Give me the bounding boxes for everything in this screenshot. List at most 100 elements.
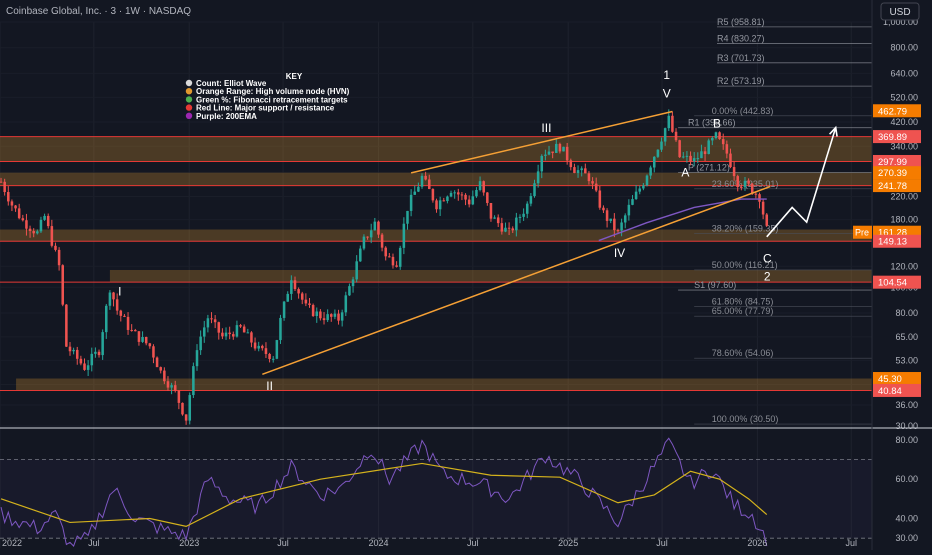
candle-body xyxy=(671,115,674,132)
candle-body xyxy=(598,190,602,208)
candle-body xyxy=(115,299,119,311)
candle-body xyxy=(500,223,504,232)
x-tick-label: 2023 xyxy=(179,538,199,548)
y-tick-label: 36.00 xyxy=(895,400,918,410)
candle-body xyxy=(587,173,591,182)
candle-body xyxy=(442,200,446,202)
price-tag-prefix: Pre xyxy=(855,228,869,238)
candle-body xyxy=(631,199,634,205)
candle-body xyxy=(311,304,315,317)
candle-body xyxy=(529,196,533,204)
candle-body xyxy=(475,190,478,197)
candle-body xyxy=(250,332,253,343)
candle-body xyxy=(224,332,228,337)
candle-body xyxy=(163,370,166,382)
candle-body xyxy=(431,189,435,201)
candle-body xyxy=(398,247,402,267)
candle-body xyxy=(507,227,511,229)
candle-body xyxy=(308,303,311,305)
price-tag-value: 45.30 xyxy=(878,374,902,385)
candle-body xyxy=(3,181,6,193)
candle-body xyxy=(605,210,609,221)
candle-body xyxy=(14,205,17,209)
candle-body xyxy=(300,293,304,300)
candle-body xyxy=(123,315,126,317)
candle-body xyxy=(682,156,685,158)
candle-body xyxy=(217,322,221,333)
candle-body xyxy=(460,194,464,196)
candle-body xyxy=(195,350,199,367)
candle-body xyxy=(562,146,565,152)
x-tick-label: Jul xyxy=(277,538,289,548)
candle-body xyxy=(721,139,725,145)
candle-body xyxy=(504,227,507,232)
candle-body xyxy=(667,115,671,129)
candle-body xyxy=(747,180,750,184)
candle-body xyxy=(689,155,692,162)
candle-body xyxy=(271,358,275,360)
candle-body xyxy=(409,194,413,211)
price-tag: 104.54 xyxy=(873,275,921,289)
candle-body xyxy=(348,286,351,296)
candle-body xyxy=(714,132,718,139)
candle-body xyxy=(489,202,493,219)
candle-body xyxy=(388,256,391,258)
price-tag-value: 462.79 xyxy=(878,106,907,117)
fib-level-label: 100.00% (30.50) xyxy=(712,414,779,424)
candle-body xyxy=(170,385,173,388)
x-tick-label: 2025 xyxy=(558,538,578,548)
candle-body xyxy=(173,385,177,391)
y-tick-label: 120.00 xyxy=(890,261,918,271)
candle-body xyxy=(613,218,616,231)
candle-body xyxy=(406,210,409,224)
candle-body xyxy=(362,236,366,249)
candle-body xyxy=(210,318,213,320)
candle-body xyxy=(184,414,188,421)
candle-body xyxy=(221,332,224,337)
price-tag: 149.13 xyxy=(873,234,921,248)
candle-body xyxy=(144,336,148,344)
candle-body xyxy=(696,158,700,160)
chart-title: Coinbase Global, Inc. · 3 · 1W · NASDAQ xyxy=(6,6,191,17)
pivot-level-label: R2 (573.19) xyxy=(717,76,765,86)
candle-body xyxy=(322,318,326,321)
candle-body xyxy=(10,201,14,206)
currency-label[interactable]: USD xyxy=(889,7,910,18)
rsi-tick-label: 60.00 xyxy=(895,474,918,484)
candle-body xyxy=(319,311,322,319)
y-tick-label: 520.00 xyxy=(890,92,918,102)
candle-body xyxy=(297,289,300,294)
candle-body xyxy=(609,218,612,221)
price-tag-value: 241.78 xyxy=(878,181,907,192)
candle-body xyxy=(533,183,536,197)
candle-body xyxy=(337,313,340,321)
candle-body xyxy=(65,304,68,347)
candle-body xyxy=(181,402,184,415)
wave-label: I xyxy=(118,285,121,299)
candle-body xyxy=(623,215,627,223)
x-tick-label: Jul xyxy=(88,538,100,548)
candle-body xyxy=(496,217,500,224)
candle-body xyxy=(377,221,380,235)
candle-body xyxy=(108,292,112,306)
candle-body xyxy=(21,218,25,221)
candle-body xyxy=(54,245,57,250)
candle-body xyxy=(634,191,638,200)
legend-item-label: Purple: 200EMA xyxy=(196,112,257,121)
candle-body xyxy=(645,175,649,186)
candle-body xyxy=(228,332,231,335)
candle-body xyxy=(457,192,460,195)
candle-body xyxy=(449,192,453,197)
candle-body xyxy=(765,214,769,226)
candle-body xyxy=(424,175,427,180)
candle-body xyxy=(758,194,761,202)
candle-body xyxy=(75,349,79,359)
candle-body xyxy=(340,312,344,321)
candle-body xyxy=(257,345,260,349)
candle-body xyxy=(46,215,50,227)
fib-level-label: 78.60% (54.06) xyxy=(712,348,774,358)
pivot-level-label: S1 (97.60) xyxy=(694,280,736,290)
candle-body xyxy=(351,279,355,287)
candle-body xyxy=(413,191,417,195)
candle-body xyxy=(685,155,689,157)
